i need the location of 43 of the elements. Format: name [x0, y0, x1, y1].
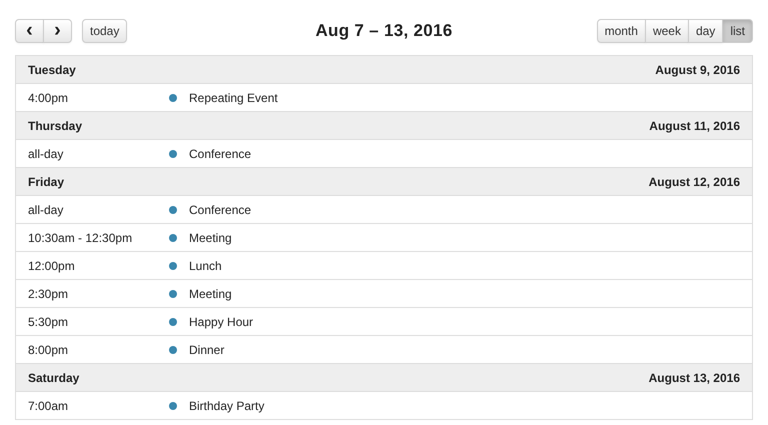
- weekday-label: Tuesday: [28, 62, 76, 76]
- date-label: August 9, 2016: [655, 62, 740, 76]
- event-title[interactable]: Birthday Party: [189, 398, 264, 412]
- event-dot-icon: [169, 346, 177, 354]
- event-title[interactable]: Conference: [189, 146, 252, 160]
- next-button[interactable]: ›: [43, 19, 72, 43]
- event-time: all-day: [28, 146, 64, 160]
- event-dot-icon: [169, 290, 177, 298]
- event-time: 8:00pm: [28, 342, 70, 356]
- weekday-label: Saturday: [28, 370, 80, 384]
- event-title[interactable]: Meeting: [189, 230, 232, 244]
- event-title[interactable]: Dinner: [189, 342, 224, 356]
- event-dot-icon: [169, 234, 177, 242]
- event-dot-icon: [169, 318, 177, 326]
- event-time: 2:30pm: [28, 286, 70, 300]
- view-tab[interactable]: day: [688, 19, 724, 43]
- date-label: August 12, 2016: [648, 174, 740, 188]
- weekday-label: Friday: [28, 174, 64, 188]
- event-time: 5:30pm: [28, 314, 70, 328]
- event-dot-icon: [169, 150, 177, 158]
- event-time: 10:30am - 12:30pm: [28, 230, 134, 244]
- event-dot-icon: [169, 402, 177, 410]
- weekday-label: Thursday: [28, 118, 82, 132]
- date-range-title: Aug 7 – 13, 2016: [315, 21, 453, 41]
- event-title[interactable]: Lunch: [189, 258, 222, 272]
- event-time: all-day: [28, 202, 64, 216]
- event-dot-icon: [169, 94, 177, 102]
- date-label: August 11, 2016: [649, 118, 740, 132]
- event-title[interactable]: Conference: [189, 202, 252, 216]
- event-time: 7:00am: [28, 398, 70, 412]
- event-title[interactable]: Meeting: [189, 286, 232, 300]
- event-title[interactable]: Happy Hour: [189, 314, 254, 328]
- view-tab[interactable]: month: [596, 19, 646, 43]
- previous-button[interactable]: ‹: [15, 19, 44, 43]
- event-dot-icon: [169, 206, 177, 214]
- event-time: 12:00pm: [28, 258, 76, 272]
- event-title[interactable]: Repeating Event: [189, 90, 278, 104]
- date-label: August 13, 2016: [648, 370, 740, 384]
- view-tab[interactable]: week: [644, 19, 689, 43]
- event-time: 4:00pm: [28, 90, 70, 104]
- event-dot-icon: [169, 262, 177, 270]
- today-button[interactable]: today: [82, 19, 128, 43]
- view-tab[interactable]: list: [722, 19, 753, 43]
